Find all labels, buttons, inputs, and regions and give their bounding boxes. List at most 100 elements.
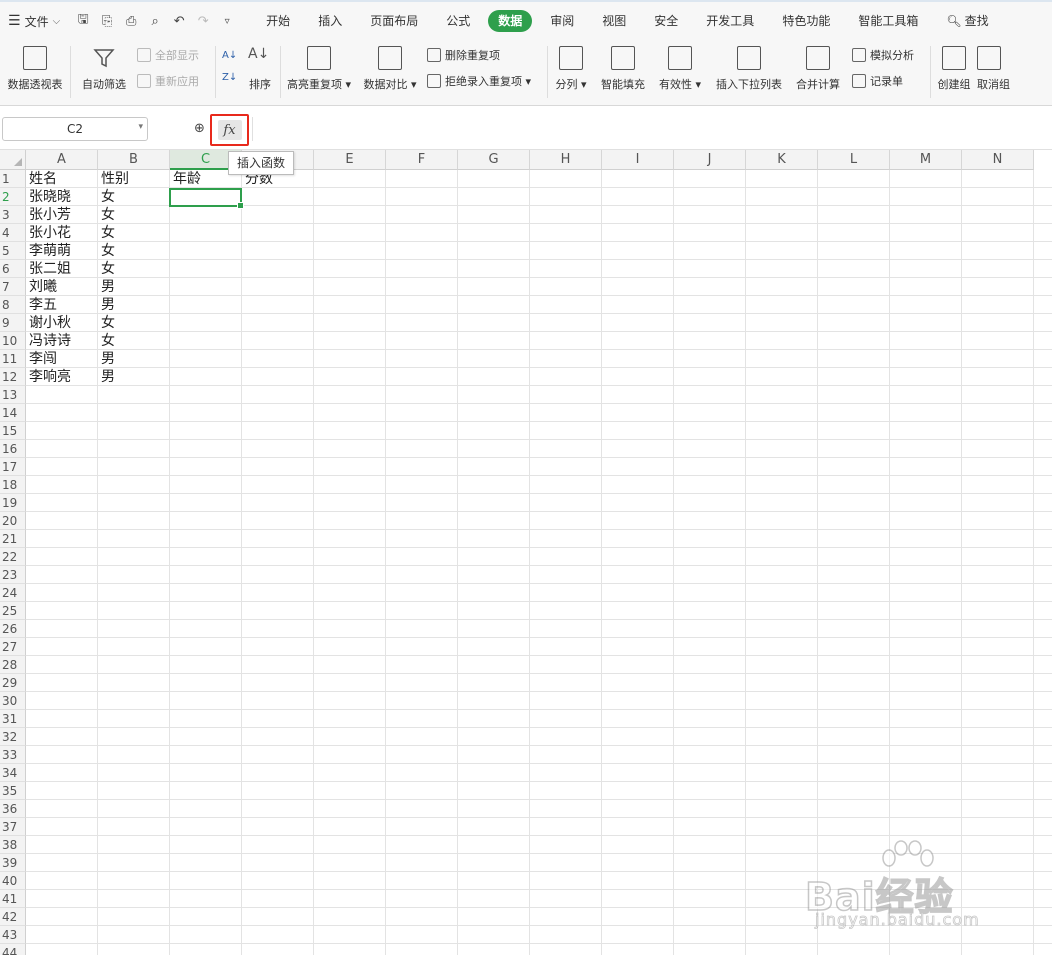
file-menu-button[interactable]: ☰ 文件 ⌵: [0, 9, 68, 33]
row-header[interactable]: 44: [0, 944, 26, 955]
row-header[interactable]: 27: [0, 638, 26, 656]
column-header-a[interactable]: A: [26, 150, 98, 170]
cell-b6[interactable]: 女: [98, 260, 115, 278]
record-sheet-button[interactable]: 记录单: [852, 72, 930, 90]
auto-filter-button[interactable]: 自动筛选: [71, 40, 137, 100]
save-icon[interactable]: 🖫: [74, 12, 92, 30]
tab-1[interactable]: 插入: [308, 10, 352, 32]
row-header[interactable]: 38: [0, 836, 26, 854]
column-header-b[interactable]: B: [98, 150, 170, 170]
row-header[interactable]: 3: [0, 206, 26, 224]
row-header[interactable]: 4: [0, 224, 26, 242]
tab-6[interactable]: 视图: [592, 10, 636, 32]
cell-a6[interactable]: 张二姐: [26, 260, 71, 278]
name-box[interactable]: C2 ▾: [2, 117, 148, 141]
highlight-duplicates-button[interactable]: 高亮重复项 ▾: [281, 40, 357, 100]
row-header[interactable]: 1: [0, 170, 26, 188]
row-header[interactable]: 30: [0, 692, 26, 710]
row-header[interactable]: 28: [0, 656, 26, 674]
cell-b10[interactable]: 女: [98, 332, 115, 350]
cell-a9[interactable]: 谢小秋: [26, 314, 71, 332]
row-header[interactable]: 39: [0, 854, 26, 872]
cell-a7[interactable]: 刘曦: [26, 278, 57, 296]
undo-icon[interactable]: ↶: [170, 12, 188, 30]
column-header-m[interactable]: M: [890, 150, 962, 170]
select-all-button[interactable]: [0, 150, 26, 170]
cell-a12[interactable]: 李响亮: [26, 368, 71, 386]
spreadsheet-grid[interactable]: ABCDEFGHIJKLMN12345678910111213141516171…: [0, 150, 1052, 955]
split-column-button[interactable]: 分列 ▾: [548, 40, 594, 100]
row-header[interactable]: 35: [0, 782, 26, 800]
row-header[interactable]: 34: [0, 764, 26, 782]
cell-c1[interactable]: 年龄: [170, 170, 201, 188]
tab-3[interactable]: 公式: [436, 10, 480, 32]
tab-10[interactable]: 智能工具箱: [848, 10, 928, 32]
row-header[interactable]: 14: [0, 404, 26, 422]
formula-input[interactable]: [252, 117, 1052, 141]
consolidate-button[interactable]: 合并计算: [790, 40, 846, 100]
row-header[interactable]: 43: [0, 926, 26, 944]
cell-b1[interactable]: 性别: [98, 170, 129, 188]
row-header[interactable]: 22: [0, 548, 26, 566]
row-header[interactable]: 6: [0, 260, 26, 278]
cell-a8[interactable]: 李五: [26, 296, 57, 314]
print-icon[interactable]: ⎙: [122, 12, 140, 30]
validity-button[interactable]: 有效性 ▾: [652, 40, 708, 100]
row-header[interactable]: 41: [0, 890, 26, 908]
sort-descending-button[interactable]: Z↓: [222, 68, 240, 86]
cell-b4[interactable]: 女: [98, 224, 115, 242]
row-header[interactable]: 10: [0, 332, 26, 350]
cell-a4[interactable]: 张小花: [26, 224, 71, 242]
smart-fill-button[interactable]: 智能填充: [594, 40, 652, 100]
tab-9[interactable]: 特色功能: [772, 10, 840, 32]
row-header[interactable]: 25: [0, 602, 26, 620]
search-button[interactable]: 🔍︎ 查找: [936, 10, 998, 32]
insert-dropdown-button[interactable]: 插入下拉列表: [708, 40, 790, 100]
row-header[interactable]: 40: [0, 872, 26, 890]
cell-a2[interactable]: 张晓晓: [26, 188, 71, 206]
cell-b3[interactable]: 女: [98, 206, 115, 224]
tab-5[interactable]: 审阅: [540, 10, 584, 32]
redo-icon[interactable]: ↷: [194, 12, 212, 30]
show-all-button[interactable]: 全部显示: [137, 46, 215, 64]
reapply-button[interactable]: 重新应用: [137, 72, 215, 90]
column-header-n[interactable]: N: [962, 150, 1034, 170]
insert-function-button[interactable]: fx: [210, 114, 249, 146]
row-header[interactable]: 33: [0, 746, 26, 764]
column-header-j[interactable]: J: [674, 150, 746, 170]
row-header[interactable]: 12: [0, 368, 26, 386]
row-header[interactable]: 18: [0, 476, 26, 494]
row-header[interactable]: 16: [0, 440, 26, 458]
row-header[interactable]: 5: [0, 242, 26, 260]
tab-0[interactable]: 开始: [256, 10, 300, 32]
chevron-down-icon[interactable]: ▾: [138, 122, 143, 132]
cell-a10[interactable]: 冯诗诗: [26, 332, 71, 350]
tab-8[interactable]: 开发工具: [696, 10, 764, 32]
cell-b7[interactable]: 男: [98, 278, 115, 296]
row-header[interactable]: 11: [0, 350, 26, 368]
column-header-e[interactable]: E: [314, 150, 386, 170]
create-group-button[interactable]: 创建组: [931, 40, 977, 100]
tab-2[interactable]: 页面布局: [360, 10, 428, 32]
cell-a11[interactable]: 李闯: [26, 350, 57, 368]
row-header[interactable]: 15: [0, 422, 26, 440]
row-header[interactable]: 9: [0, 314, 26, 332]
row-header[interactable]: 26: [0, 620, 26, 638]
cell-b11[interactable]: 男: [98, 350, 115, 368]
row-header[interactable]: 36: [0, 800, 26, 818]
column-header-g[interactable]: G: [458, 150, 530, 170]
sort-ascending-button[interactable]: A↓: [222, 46, 240, 64]
column-header-l[interactable]: L: [818, 150, 890, 170]
customize-toolbar-icon[interactable]: ▿: [218, 12, 236, 30]
column-header-k[interactable]: K: [746, 150, 818, 170]
row-header[interactable]: 21: [0, 530, 26, 548]
row-header[interactable]: 2: [0, 188, 26, 206]
row-header[interactable]: 8: [0, 296, 26, 314]
pivot-table-button[interactable]: 数据透视表: [0, 40, 70, 100]
cell-b2[interactable]: 女: [98, 188, 115, 206]
sort-button[interactable]: A↓ 排序: [240, 40, 280, 100]
cell-a1[interactable]: 姓名: [26, 170, 57, 188]
zoom-icon[interactable]: ⊕: [194, 121, 205, 136]
tab-7[interactable]: 安全: [644, 10, 688, 32]
column-header-f[interactable]: F: [386, 150, 458, 170]
